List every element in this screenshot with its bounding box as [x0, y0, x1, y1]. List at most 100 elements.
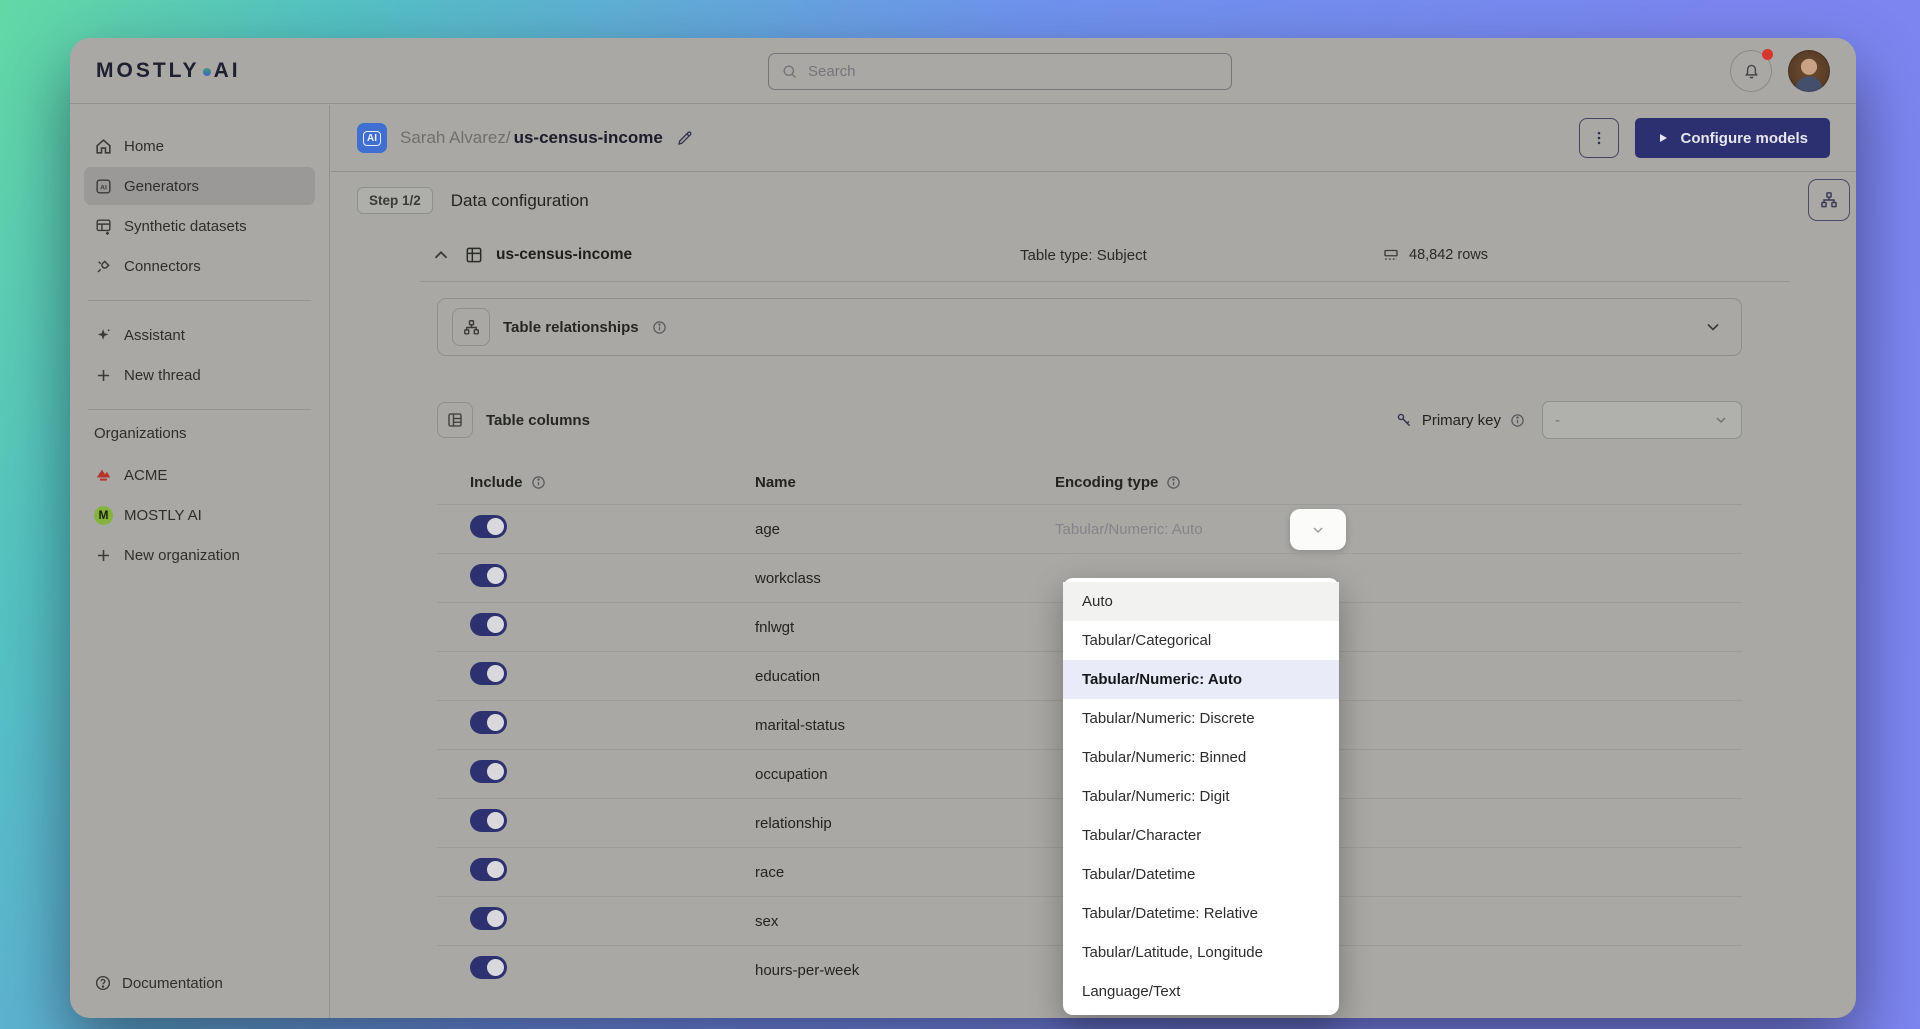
relationships-label: Table relationships [503, 319, 639, 336]
relationships-view-button[interactable] [1808, 179, 1850, 221]
step-badge: Step 1/2 [357, 187, 433, 214]
plus-icon [94, 366, 113, 385]
table-columns-icon-box [437, 402, 473, 438]
sidebar-item-label: New thread [124, 367, 201, 384]
sidebar-item-label: Documentation [122, 975, 223, 992]
include-toggle[interactable] [470, 613, 507, 636]
step-title: Data configuration [451, 191, 589, 211]
chevron-down-icon [1713, 412, 1729, 428]
sidebar-item-label: Assistant [124, 327, 185, 344]
include-toggle[interactable] [470, 760, 507, 783]
sidebar-divider [88, 300, 311, 301]
toggle-knob [487, 861, 504, 878]
toggle-knob [487, 812, 504, 829]
sidebar-item-org-mostly-ai[interactable]: M MOSTLY AI [84, 496, 315, 534]
assistant-sparkle-icon [94, 326, 113, 345]
column-name: race [755, 864, 1055, 881]
home-icon [94, 137, 113, 156]
dropdown-option-tabular-datetime[interactable]: Tabular/Datetime [1063, 855, 1339, 894]
include-toggle[interactable] [470, 564, 507, 587]
user-avatar[interactable] [1788, 50, 1830, 92]
sidebar-item-home[interactable]: Home [84, 127, 315, 165]
toggle-knob [487, 567, 504, 584]
sidebar-item-new-thread[interactable]: New thread [84, 356, 315, 394]
header-actions: Configure models [1579, 118, 1830, 158]
toggle-knob [487, 665, 504, 682]
sidebar-item-label: Connectors [124, 258, 201, 275]
toggle-knob [487, 616, 504, 633]
table-relationships-panel[interactable]: Table relationships [437, 298, 1742, 356]
info-icon [652, 320, 667, 335]
include-toggle[interactable] [470, 711, 507, 734]
sidebar-item-assistant[interactable]: Assistant [84, 316, 315, 354]
sidebar-item-connectors[interactable]: Connectors [84, 247, 315, 285]
dropdown-option-tabular-numeric-discrete[interactable]: Tabular/Numeric: Discrete [1063, 699, 1339, 738]
network-icon [1819, 190, 1839, 210]
sidebar-item-new-organization[interactable]: New organization [84, 536, 315, 574]
sidebar-item-documentation[interactable]: Documentation [94, 974, 223, 992]
dropdown-option-tabular-character[interactable]: Tabular/Character [1063, 816, 1339, 855]
dropdown-option-tabular-numeric-binned[interactable]: Tabular/Numeric: Binned [1063, 738, 1339, 777]
edit-name-icon[interactable] [676, 129, 694, 147]
encoding-header-label: Encoding type [1055, 474, 1158, 491]
organizations-section-label: Organizations [94, 425, 305, 442]
search-input[interactable]: Search [768, 53, 1232, 90]
include-toggle[interactable] [470, 858, 507, 881]
sidebar-item-synthetic-datasets[interactable]: Synthetic datasets [84, 207, 315, 245]
dropdown-option-tabular-datetime-relative[interactable]: Tabular/Datetime: Relative [1063, 894, 1339, 933]
notification-dot [1762, 49, 1773, 60]
notifications-button[interactable] [1730, 50, 1772, 92]
mostly-ai-logo: MOSTLY AI [96, 59, 241, 83]
rows-count-group: 48,842 rows [1382, 246, 1488, 264]
name-header-label: Name [755, 474, 796, 491]
chevron-down-icon [1310, 522, 1326, 538]
primary-key-select[interactable]: - [1542, 401, 1742, 439]
ai-chip-glyph: AI [363, 131, 381, 146]
expand-relationships-chevron-down-icon[interactable] [1703, 317, 1723, 337]
collapse-table-chevron-up-icon[interactable] [430, 244, 452, 266]
question-circle-icon [94, 974, 112, 992]
step-row: Step 1/2 Data configuration [331, 172, 1856, 229]
toggle-knob [487, 518, 504, 535]
more-actions-button[interactable] [1579, 118, 1619, 158]
toggle-knob [487, 763, 504, 780]
name-column-header: Name [755, 474, 1055, 491]
table-icon [464, 245, 484, 265]
breadcrumb-owner: Sarah Alvarez/ [400, 128, 511, 148]
bell-icon [1742, 61, 1761, 80]
sidebar-item-org-acme[interactable]: ACME [84, 456, 315, 494]
dropdown-option-tabular-categorical[interactable]: Tabular/Categorical [1063, 621, 1339, 660]
connectors-icon [94, 257, 113, 276]
rows-count: 48,842 rows [1409, 247, 1488, 263]
column-name: sex [755, 913, 1055, 930]
dropdown-option-tabular-numeric-digit[interactable]: Tabular/Numeric: Digit [1063, 777, 1339, 816]
page-header: AI Sarah Alvarez/ us-census-income Confi… [331, 105, 1856, 172]
table-columns-label: Table columns [486, 412, 590, 429]
encoding-value: Tabular/Numeric: Auto [1055, 521, 1742, 538]
logo-dot-icon [203, 68, 211, 76]
include-toggle[interactable] [470, 907, 507, 930]
table-row-age: age Tabular/Numeric: Auto [437, 504, 1742, 553]
include-header-label: Include [470, 474, 523, 491]
configure-models-button[interactable]: Configure models [1635, 118, 1830, 158]
columns-table-header: Include Name Encoding type [437, 460, 1742, 504]
encoding-type-dropdown: Auto Tabular/Categorical Tabular/Numeric… [1063, 578, 1339, 1015]
toggle-knob [487, 910, 504, 927]
dropdown-option-language-text[interactable]: Language/Text [1063, 972, 1339, 1011]
dropdown-option-auto[interactable]: Auto [1063, 582, 1339, 621]
sidebar-item-label: Home [124, 138, 164, 155]
key-icon [1395, 411, 1413, 429]
dropdown-option-tabular-latitude-longitude[interactable]: Tabular/Latitude, Longitude [1063, 933, 1339, 972]
dropdown-option-tabular-numeric-auto[interactable]: Tabular/Numeric: Auto [1063, 660, 1339, 699]
include-toggle[interactable] [470, 809, 507, 832]
include-toggle[interactable] [470, 515, 507, 538]
rows-icon [1382, 246, 1400, 264]
sidebar-item-generators[interactable]: AI Generators [84, 167, 315, 205]
search-placeholder: Search [808, 63, 856, 80]
column-name: occupation [755, 766, 1055, 783]
include-toggle[interactable] [470, 956, 507, 979]
include-toggle[interactable] [470, 662, 507, 685]
encoding-select-open-button[interactable] [1290, 509, 1346, 550]
encoding-column-header: Encoding type [1055, 474, 1742, 491]
synthetic-datasets-icon [94, 217, 113, 236]
